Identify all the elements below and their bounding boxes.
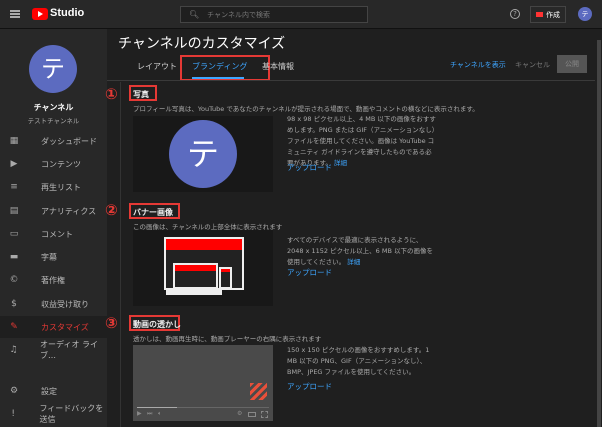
subtitles-icon: ▬ — [9, 251, 19, 262]
watermark-player-preview: ▶ ⏭ 🔈︎ ⚙ — [133, 345, 273, 421]
channel-name: テストチャンネル — [27, 117, 80, 125]
view-channel-link[interactable]: チャンネルを表示 — [450, 60, 506, 70]
playlist-icon: ≡ — [10, 181, 18, 192]
step-number-1: ① — [105, 85, 118, 103]
content-left-border — [120, 82, 121, 427]
create-button[interactable]: 作成 — [530, 6, 566, 23]
comment-icon: ▭ — [9, 228, 19, 239]
fullscreen-icon — [261, 411, 268, 418]
sidebar-item-content[interactable]: ▶ コンテンツ — [0, 153, 107, 175]
step-number-2: ② — [105, 201, 118, 219]
dollar-icon: $ — [11, 298, 17, 309]
sidebar-item-subtitles[interactable]: ▬ 字幕 — [0, 246, 107, 268]
help-icon[interactable]: ? — [510, 9, 520, 19]
section-title-photo: 写真 — [133, 90, 149, 99]
banner-info: すべてのデバイスで最適に表示されるように、2048 x 1152 ピクセル以上、… — [287, 236, 433, 266]
sidebar-item-dashboard[interactable]: ▦ ダッシュボード — [0, 130, 107, 152]
sidebar-item-playlists[interactable]: ≡ 再生リスト — [0, 176, 107, 198]
gear-icon: ⚙ — [9, 385, 19, 396]
section-title-watermark: 動画の透かし — [133, 320, 181, 329]
settings-icon: ⚙ — [237, 410, 243, 417]
sidebar: テ チャンネル テストチャンネル ▦ ダッシュボード ▶ コンテンツ ≡ 再生リスト … — [0, 29, 107, 427]
banner-upload-link[interactable]: アップロード — [287, 267, 332, 278]
tab-layout[interactable]: レイアウト — [137, 61, 177, 72]
section-desc-watermark: 透かしは、動画再生時に、動画プレーヤーの右隅に表示されます — [133, 335, 322, 343]
sidebar-item-customize[interactable]: ✎ カスタマイズ — [0, 316, 107, 338]
sidebar-item-audio-library[interactable]: ♫ オーディオ ライブ… — [0, 339, 107, 361]
top-bar: Studio 🔍︎ チャンネル内で検索 ? 作成 テ — [0, 0, 602, 29]
copyright-icon: © — [9, 274, 19, 285]
channel-avatar[interactable]: テ — [29, 45, 77, 93]
cancel-button[interactable]: キャンセル — [515, 60, 550, 70]
theater-icon — [248, 412, 256, 417]
photo-info: 98 x 98 ピクセル以上、4 MB 以下の画像をおすすめします。PNG また… — [287, 115, 436, 167]
content-icon: ▶ — [10, 158, 18, 169]
volume-icon: 🔈︎ — [158, 410, 162, 417]
channel-title: チャンネル — [33, 103, 74, 112]
search-icon: 🔍︎ — [189, 10, 200, 19]
photo-upload-link[interactable]: アップロード — [287, 162, 332, 173]
tabs-divider — [107, 80, 595, 81]
analytics-icon: ▤ — [9, 205, 19, 216]
annotation-box-branding — [180, 55, 270, 81]
watermark-upload-link[interactable]: アップロード — [287, 381, 332, 392]
tab-basic-info[interactable]: 基本情報 — [262, 61, 294, 72]
profile-avatar-preview: テ — [169, 120, 237, 188]
photo-preview: テ — [133, 116, 273, 192]
page-title: チャンネルのカスタマイズ — [118, 36, 286, 52]
logo-text: Studio — [50, 7, 85, 19]
next-icon: ⏭ — [147, 410, 153, 417]
banner-details-link[interactable]: 詳細 — [347, 258, 360, 266]
sidebar-item-settings[interactable]: ⚙ 設定 — [0, 380, 107, 402]
section-desc-photo: プロフィール写真は、YouTube であなたのチャンネルが提示される場面で、動画… — [133, 105, 479, 113]
phone-illustration-icon — [219, 267, 232, 289]
play-icon: ▶ — [137, 410, 142, 417]
sidebar-item-comments[interactable]: ▭ コメント — [0, 223, 107, 245]
sidebar-item-copyright[interactable]: © 著作権 — [0, 269, 107, 291]
search-input[interactable]: チャンネル内で検索 — [207, 10, 270, 20]
watermark-sample-icon — [250, 383, 267, 400]
sidebar-item-monetization[interactable]: $ 収益受け取り — [0, 293, 107, 315]
laptop-base — [166, 289, 222, 295]
progress-bar[interactable] — [137, 407, 269, 408]
audio-library-icon: ♫ — [9, 344, 18, 355]
youtube-logo-icon[interactable] — [32, 8, 48, 20]
scrollbar[interactable] — [597, 40, 601, 427]
laptop-illustration-icon — [173, 263, 218, 289]
video-camera-icon — [536, 12, 543, 17]
step-number-3: ③ — [105, 314, 118, 332]
sidebar-item-analytics[interactable]: ▤ アナリティクス — [0, 200, 107, 222]
watermark-info: 150 x 150 ピクセルの画像をおすすめします。1 MB 以下の PNG、G… — [287, 346, 430, 376]
search-box[interactable]: 🔍︎ チャンネル内で検索 — [180, 6, 368, 23]
section-title-banner: バナー画像 — [133, 208, 173, 217]
sidebar-item-feedback[interactable]: ! フィードバックを送信 — [0, 403, 107, 425]
account-avatar[interactable]: テ — [578, 7, 592, 21]
dashboard-icon: ▦ — [9, 135, 19, 146]
feedback-icon: ! — [11, 408, 16, 419]
photo-details-link[interactable]: 詳細 — [334, 159, 347, 167]
publish-button[interactable]: 公開 — [557, 55, 587, 73]
menu-icon[interactable] — [10, 10, 20, 18]
magic-wand-icon: ✎ — [10, 321, 18, 332]
banner-preview — [133, 230, 273, 306]
